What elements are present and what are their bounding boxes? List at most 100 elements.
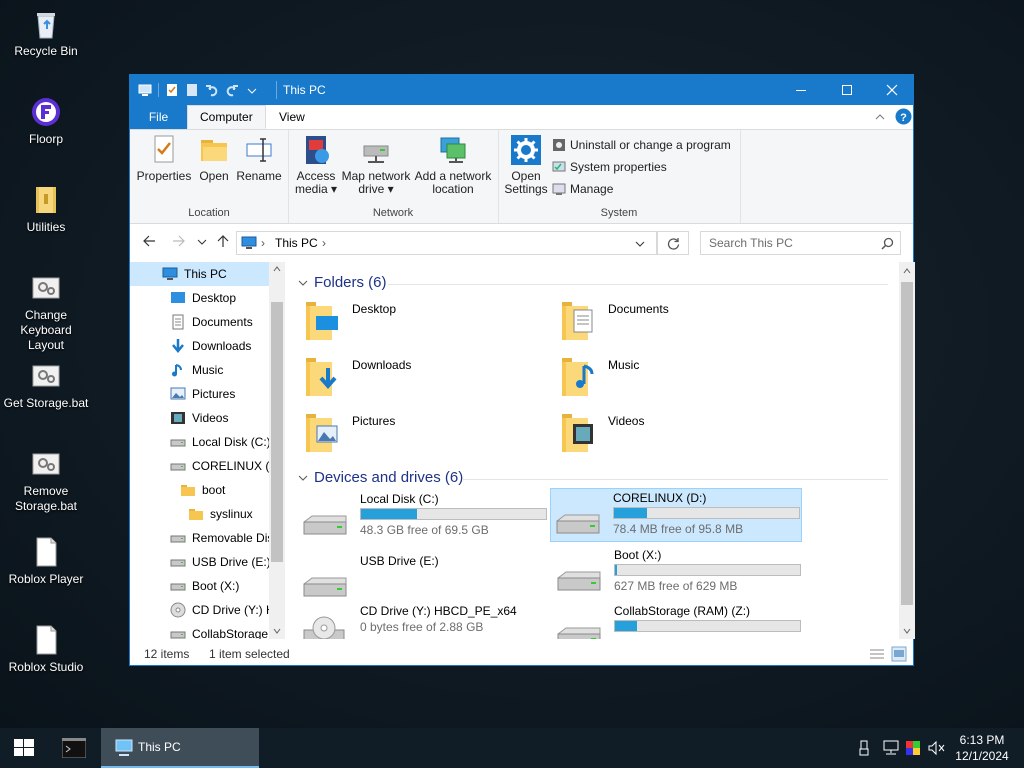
folder-icon	[562, 358, 594, 396]
properties-button[interactable]: Properties	[136, 134, 192, 183]
folder-tile[interactable]: Desktop	[304, 298, 396, 342]
sidebar-item-label: Pictures	[192, 387, 236, 401]
rename-button[interactable]: Rename	[236, 134, 282, 183]
volume-muted-icon[interactable]	[928, 740, 946, 756]
tab-view[interactable]: View	[267, 105, 317, 129]
desktop-icon-change-keyboard[interactable]: Change Keyboard Layout	[1, 272, 91, 353]
chevron-down-icon[interactable]	[635, 240, 645, 248]
tab-file[interactable]: File	[130, 105, 187, 129]
ribbon-group-network: Access media ▾ Map network drive ▾ Add a…	[288, 130, 499, 223]
system-clock[interactable]: 6:13 PM 12/1/2024	[951, 732, 1013, 764]
desktop-icon-utilities[interactable]: Utilities	[1, 184, 91, 235]
folder-tile[interactable]: Videos	[560, 410, 644, 454]
sidebar-item[interactable]: Videos	[170, 407, 228, 429]
uninstall-program-button[interactable]: Uninstall or change a program	[552, 136, 731, 154]
content-scroll-thumb[interactable]	[901, 282, 913, 605]
start-icon[interactable]	[14, 739, 34, 757]
drive-tile[interactable]: CD Drive (Y:) HBCD_PE_x64 0 bytes free of…	[298, 602, 548, 639]
minimize-icon	[796, 90, 806, 91]
desktop-icon-floorp[interactable]: Floorp	[1, 96, 91, 147]
properties-icon[interactable]	[165, 83, 179, 97]
folders-group-header[interactable]: Folders (6)	[298, 274, 387, 291]
drive-tile[interactable]: CORELINUX (D:) 78.4 MB free of 95.8 MB	[550, 488, 802, 542]
recent-locations-icon[interactable]	[197, 238, 207, 246]
drive-tile[interactable]: Local Disk (C:) 48.3 GB free of 69.5 GB	[298, 490, 548, 542]
sidebar-item[interactable]: USB Drive (E:)	[170, 551, 271, 573]
access-media-button[interactable]: Access media ▾	[292, 134, 340, 196]
folder-tile[interactable]: Documents	[560, 298, 669, 342]
add-network-location-button[interactable]: Add a network location	[412, 134, 494, 196]
collapse-ribbon-icon[interactable]	[874, 112, 886, 122]
desktop-icon-roblox-studio[interactable]: Roblox Studio	[1, 624, 91, 675]
tab-computer[interactable]: Computer	[187, 105, 266, 129]
up-arrow-icon[interactable]	[216, 234, 230, 248]
undo-icon[interactable]	[205, 83, 219, 97]
maximize-button[interactable]	[824, 75, 870, 105]
address-bar[interactable]: › This PC ›	[236, 231, 657, 255]
large-icons-view-icon[interactable]	[891, 646, 907, 662]
sidebar-item[interactable]: syslinux	[188, 503, 253, 525]
open-button[interactable]: Open	[194, 134, 234, 183]
close-button[interactable]	[869, 75, 915, 105]
sidebar-item[interactable]: CD Drive (Y:) H	[170, 599, 275, 621]
desktop-icon-roblox-player[interactable]: Roblox Player	[1, 536, 91, 587]
color-app-icon[interactable]	[905, 740, 921, 756]
taskbar-button-this-pc[interactable]: This PC	[101, 728, 259, 768]
search-input[interactable]: Search This PC	[700, 231, 901, 255]
sidebar-item[interactable]: CollabStorage	[170, 623, 268, 639]
sidebar-item[interactable]: Music	[170, 359, 223, 381]
breadcrumb[interactable]: This PC	[275, 236, 318, 250]
help-icon[interactable]: ?	[895, 108, 912, 125]
drives-group-header[interactable]: Devices and drives (6)	[298, 469, 463, 486]
open-settings-button[interactable]: Open Settings	[502, 134, 550, 196]
desktop-icon-get-storage[interactable]: Get Storage.bat	[1, 360, 91, 411]
folder-tile[interactable]: Pictures	[304, 410, 395, 454]
desktop-icon-remove-storage[interactable]: Remove Storage.bat	[1, 448, 91, 514]
sidebar-item[interactable]: CORELINUX (D	[170, 455, 278, 477]
sidebar-item[interactable]: Boot (X:)	[170, 575, 239, 597]
sidebar-item[interactable]: Removable Dis	[170, 527, 273, 549]
network-icon[interactable]	[882, 740, 900, 756]
refresh-button[interactable]	[657, 231, 689, 255]
new-folder-icon[interactable]	[185, 83, 199, 97]
map-drive-label-2: drive ▾	[358, 182, 394, 196]
drive-tile[interactable]: CollabStorage (RAM) (Z:)	[552, 602, 802, 639]
back-arrow-icon[interactable]	[142, 234, 156, 248]
scroll-up-icon[interactable]	[273, 266, 281, 272]
folder-tile[interactable]: Music	[560, 354, 639, 398]
blue-icon	[171, 292, 185, 303]
chevron-down-icon	[298, 280, 308, 286]
drive-tile[interactable]: USB Drive (E:)	[298, 552, 548, 604]
sidebar-item[interactable]: Local Disk (C:)	[170, 431, 271, 453]
manage-button[interactable]: Manage	[552, 180, 613, 198]
redo-icon[interactable]	[225, 83, 239, 97]
forward-arrow-icon[interactable]	[172, 234, 186, 248]
sidebar-item[interactable]: boot	[180, 479, 225, 501]
scroll-down-icon[interactable]	[903, 628, 911, 634]
chevron-down-icon[interactable]	[245, 83, 259, 97]
nav-scrollbar[interactable]	[269, 262, 285, 639]
usb-device-icon[interactable]	[858, 740, 870, 756]
sidebar-item[interactable]: This PC	[162, 263, 227, 285]
ribbon-group-label: System	[600, 207, 638, 219]
desktop-icon-label: Remove Storage.bat	[14, 484, 78, 513]
folder-tile[interactable]: Downloads	[304, 354, 411, 398]
details-view-icon[interactable]	[869, 647, 885, 661]
system-properties-button[interactable]: System properties	[552, 158, 667, 176]
sidebar-item[interactable]: Downloads	[170, 335, 251, 357]
scroll-up-icon[interactable]	[903, 268, 911, 274]
map-network-drive-button[interactable]: Map network drive ▾	[340, 134, 412, 196]
nav-scroll-thumb[interactable]	[271, 302, 283, 562]
sidebar-item[interactable]: Desktop	[170, 287, 236, 309]
terminal-icon[interactable]	[62, 738, 86, 758]
title-bar[interactable]: This PC	[130, 75, 913, 105]
scroll-down-icon[interactable]	[273, 628, 281, 634]
desktop-icon-recycle-bin[interactable]: Recycle Bin	[1, 8, 91, 59]
sidebar-item[interactable]: Pictures	[170, 383, 235, 405]
item-count: 12 items	[144, 647, 190, 661]
content-scrollbar[interactable]	[899, 262, 915, 639]
drive-tile[interactable]: Boot (X:) 627 MB free of 629 MB	[552, 546, 802, 598]
sidebar-item[interactable]: Documents	[170, 311, 253, 333]
disk-icon	[170, 583, 186, 591]
minimize-button[interactable]	[778, 75, 824, 105]
